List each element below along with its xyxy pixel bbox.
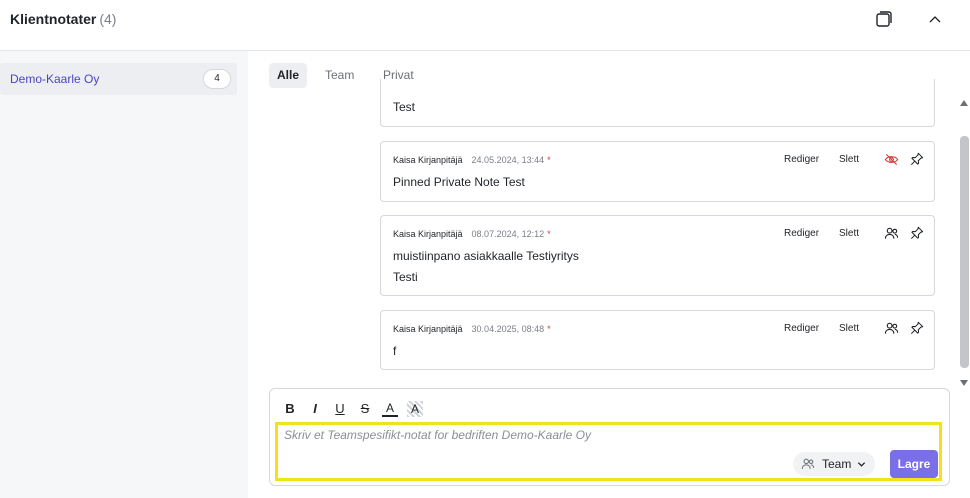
panel-title: Klientnotater (4) <box>10 11 116 27</box>
edit-note-button[interactable]: Rediger <box>784 154 819 165</box>
note-input-placeholder[interactable]: Skriv et Teamspesifikt-notat for bedrift… <box>284 428 591 442</box>
note-body: Pinned Private Note Test <box>393 172 525 193</box>
notes-scrollbar-thumb[interactable] <box>960 136 969 368</box>
note-author: Kaisa Kirjanpitäjä <box>393 155 463 165</box>
note-meta: Kaisa Kirjanpitäjä 30.04.2025, 08:48 * <box>393 324 551 334</box>
note-meta: Kaisa Kirjanpitäjä 24.05.2024, 13:44 * <box>393 155 551 165</box>
note-timestamp: 08.07.2024, 12:12 <box>471 229 545 239</box>
client-sidebar: Demo-Kaarle Oy 4 <box>0 51 248 498</box>
bold-button[interactable]: B <box>282 401 298 417</box>
note-marker: * <box>547 229 551 239</box>
chevron-up-icon[interactable] <box>927 12 943 28</box>
note-body: f <box>393 341 396 362</box>
pin-icon[interactable] <box>910 226 924 240</box>
note-card: Kaisa Kirjanpitäjä 08.07.2024, 12:12 * Red… <box>380 215 935 296</box>
restore-window-icon[interactable] <box>874 9 894 29</box>
scroll-down-arrow-icon[interactable] <box>959 378 969 388</box>
note-text-line: f <box>393 344 397 358</box>
note-text-line: Testi <box>393 270 418 284</box>
save-button[interactable]: Lagre <box>890 450 938 478</box>
highlight-color-button[interactable]: A <box>407 401 423 417</box>
note-author: Kaisa Kirjanpitäjä <box>393 229 463 239</box>
note-text-line: Pinned Private Note Test <box>393 175 525 189</box>
note-card: Kaisa Kirjanpitäjä 24.05.2024, 13:44 * Red… <box>380 141 935 202</box>
eye-off-icon[interactable] <box>884 152 899 167</box>
edit-note-button[interactable]: Rediger <box>784 228 819 239</box>
note-marker: * <box>547 155 551 165</box>
visibility-select[interactable]: Team <box>793 452 875 476</box>
client-note-count-badge: 4 <box>203 69 231 89</box>
client-item[interactable]: Demo-Kaarle Oy 4 <box>0 63 237 95</box>
note-timestamp: 24.05.2024, 13:44 <box>471 155 545 165</box>
note-body: Test <box>393 97 415 118</box>
note-meta: Kaisa Kirjanpitäjä 08.07.2024, 12:12 * <box>393 229 551 239</box>
notes-list: Test Kaisa Kirjanpitäjä 24.05.2024, 13:44… <box>248 51 970 386</box>
underline-button[interactable]: U <box>332 401 348 417</box>
font-color-button[interactable]: A <box>382 401 398 417</box>
pin-icon[interactable] <box>910 152 924 166</box>
note-card: Test <box>380 79 935 127</box>
note-author: Kaisa Kirjanpitäjä <box>393 324 463 334</box>
client-name: Demo-Kaarle Oy <box>10 72 100 86</box>
note-card: Kaisa Kirjanpitäjä 30.04.2025, 08:48 * Red… <box>380 310 935 370</box>
strikethrough-button[interactable]: S <box>357 401 373 417</box>
note-text-line: Test <box>393 100 416 114</box>
chevron-down-icon <box>857 462 866 467</box>
users-icon[interactable] <box>884 321 899 336</box>
delete-note-button[interactable]: Slett <box>839 228 859 239</box>
notes-count: (4) <box>99 11 117 27</box>
note-body: muistiinpano asiakkaalle Testiyritys Tes… <box>393 246 579 288</box>
delete-note-button[interactable]: Slett <box>839 323 859 334</box>
panel-header: Klientnotater (4) <box>0 0 970 51</box>
note-timestamp: 30.04.2025, 08:48 <box>471 324 545 334</box>
note-marker: * <box>547 324 551 334</box>
users-icon[interactable] <box>884 226 899 241</box>
users-icon <box>801 458 815 469</box>
italic-button[interactable]: I <box>307 401 323 417</box>
note-text-line: muistiinpano asiakkaalle Testiyritys <box>393 249 579 263</box>
pin-icon[interactable] <box>910 321 924 335</box>
scroll-up-arrow-icon[interactable] <box>959 98 969 108</box>
panel-title-text: Klientnotater <box>10 11 97 27</box>
delete-note-button[interactable]: Slett <box>839 154 859 165</box>
visibility-select-label: Team <box>822 457 852 471</box>
edit-note-button[interactable]: Rediger <box>784 323 819 334</box>
